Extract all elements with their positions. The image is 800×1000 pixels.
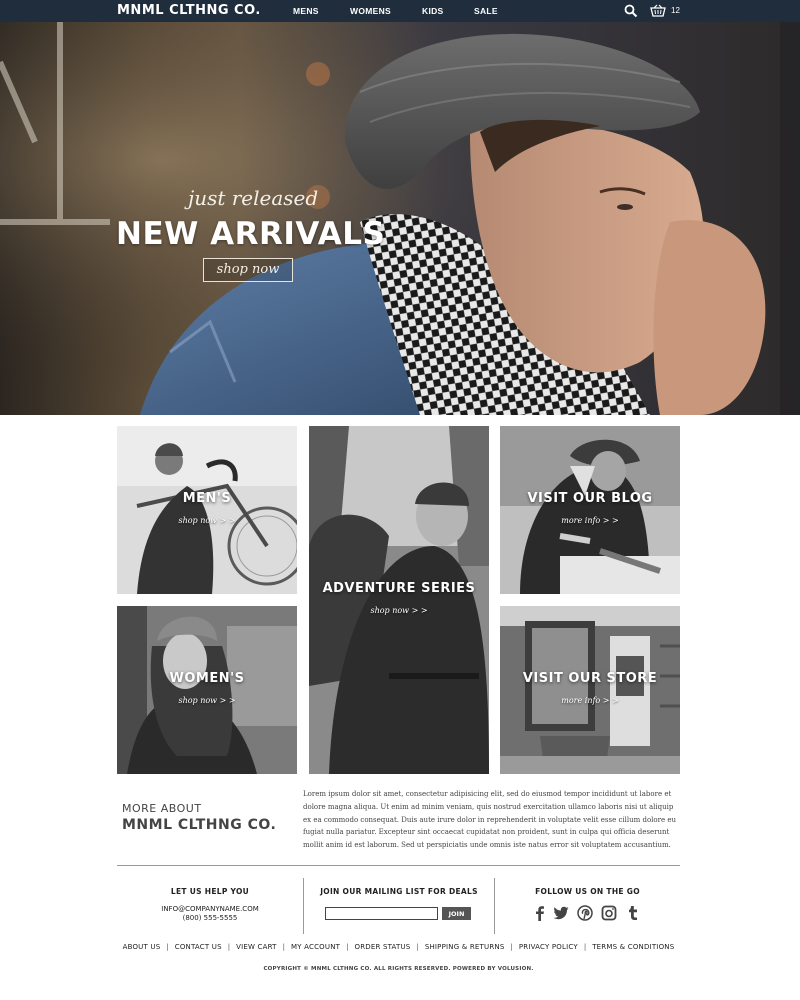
footer-link-my-account[interactable]: MY ACCOUNT	[291, 943, 340, 951]
mailing-list-heading: JOIN OUR MAILING LIST FOR DEALS	[320, 887, 478, 896]
copyright-text: COPYRIGHT © MNML CLTHNG CO. ALL RIGHTS R…	[263, 966, 534, 972]
footer-link-separator: |	[346, 943, 349, 951]
search-icon[interactable]	[624, 4, 638, 18]
help-phone: (800) 555-5555	[182, 914, 238, 922]
hero-title: NEW ARRIVALS	[116, 216, 386, 252]
tile-womens-photo	[117, 606, 297, 774]
footer-link-separator: |	[227, 943, 231, 951]
cart-count: 12	[671, 6, 680, 15]
tile-womens-link[interactable]: shop now > >	[117, 696, 297, 705]
footer-link-separator: |	[583, 943, 587, 951]
footer-link-view-cart[interactable]: VIEW CART	[236, 943, 277, 951]
footer-link-separator: |	[282, 943, 285, 951]
tile-womens-title: WOMEN'S	[169, 671, 245, 686]
hero-shop-now-button[interactable]: shop now	[203, 258, 293, 282]
tile-blog-photo	[500, 426, 680, 594]
instagram-icon[interactable]	[601, 905, 617, 921]
tile-store-photo	[500, 606, 680, 774]
footer-link-terms-conditions[interactable]: TERMS & CONDITIONS	[592, 943, 674, 951]
tile-blog-title: VISIT OUR BLOG	[527, 491, 653, 506]
tile-store[interactable]: VISIT OUR STORE more info > >	[500, 606, 680, 774]
twitter-icon[interactable]	[553, 905, 569, 921]
help-heading: LET US HELP YOU	[170, 887, 250, 896]
cart-icon[interactable]	[650, 4, 666, 18]
mailing-list-join-button[interactable]: JOIN	[442, 907, 471, 920]
footer-links: ABOUT US | CONTACT US | VIEW CART | MY ACCOUNT…	[117, 943, 680, 951]
tile-store-link[interactable]: more info > >	[500, 696, 680, 705]
tile-mens-photo	[117, 426, 297, 594]
tile-adventure-photo	[309, 426, 489, 774]
hero-subtitle: just released	[188, 186, 319, 210]
nav-link-womens[interactable]: WOMENS	[350, 6, 391, 16]
tile-blog-link[interactable]: more info > >	[500, 516, 680, 525]
help-email[interactable]: INFO@COMPANYNAME.COM	[117, 905, 303, 913]
about-pre-heading: MORE ABOUT	[122, 802, 202, 815]
footer-link-about-us[interactable]: ABOUT US	[123, 943, 161, 951]
pinterest-icon[interactable]	[577, 905, 593, 921]
tile-blog[interactable]: VISIT OUR BLOG more info > >	[500, 426, 680, 594]
footer-divider	[117, 865, 680, 866]
footer-link-order-status[interactable]: ORDER STATUS	[355, 943, 411, 951]
about-title: MNML CLTHNG CO.	[122, 817, 277, 833]
footer-link-contact-us[interactable]: CONTACT US	[175, 943, 222, 951]
top-nav-bar: MNML CLTHNG CO. MENS WOMENS KIDS SALE 12	[0, 0, 800, 22]
tumblr-icon[interactable]	[625, 905, 641, 921]
tile-adventure-title: ADVENTURE SERIES	[322, 581, 476, 596]
footer-link-separator: |	[416, 943, 419, 951]
mailing-list-email-input[interactable]	[325, 907, 438, 920]
about-text: Lorem ipsum dolor sit amet, consectetur …	[303, 790, 676, 850]
site-logo[interactable]: MNML CLTHNG CO.	[117, 3, 261, 18]
hero-banner: just released NEW ARRIVALS shop now	[0, 22, 800, 415]
footer-link-separator: |	[510, 943, 513, 951]
tile-mens-title: MEN'S	[182, 491, 232, 506]
nav-link-sale[interactable]: SALE	[474, 6, 498, 16]
facebook-icon[interactable]	[532, 905, 548, 921]
footer-link-separator: |	[166, 943, 169, 951]
social-heading: FOLLOW US ON THE GO	[535, 887, 640, 896]
tile-adventure-link[interactable]: shop now > >	[309, 606, 489, 615]
tile-mens-link[interactable]: shop now > >	[117, 516, 297, 525]
footer-link-privacy-policy[interactable]: PRIVACY POLICY	[519, 943, 578, 951]
tile-mens[interactable]: MEN'S shop now > >	[117, 426, 297, 594]
tile-store-title: VISIT OUR STORE	[522, 671, 658, 686]
tile-womens[interactable]: WOMEN'S shop now > >	[117, 606, 297, 774]
nav-link-kids[interactable]: KIDS	[422, 6, 444, 16]
tile-adventure-series[interactable]: ADVENTURE SERIES shop now > >	[309, 426, 489, 774]
footer-link-shipping-returns[interactable]: SHIPPING & RETURNS	[425, 943, 505, 951]
nav-link-mens[interactable]: MENS	[293, 6, 319, 16]
